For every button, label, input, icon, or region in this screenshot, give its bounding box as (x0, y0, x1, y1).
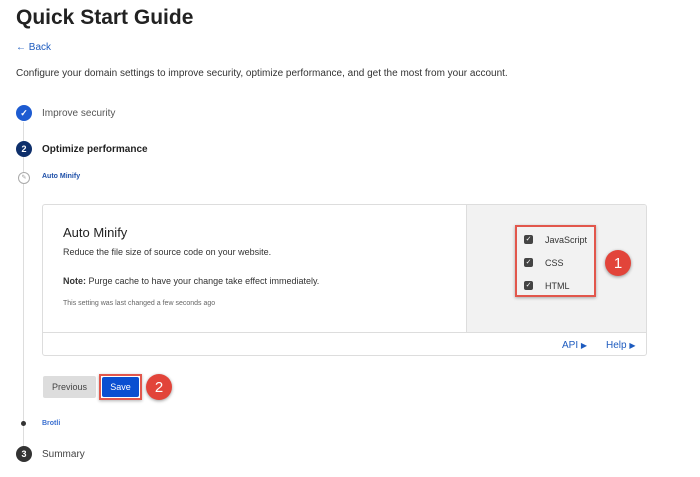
arrow-left-icon: ← (16, 42, 29, 53)
help-link[interactable]: Help ▶ (606, 340, 636, 351)
checkbox-html[interactable]: ✓ HTML (524, 274, 594, 297)
description: Configure your domain settings to improv… (16, 68, 508, 79)
card-subtitle: Reduce the file size of source code on y… (63, 247, 272, 257)
checkbox-checked-icon: ✓ (524, 235, 533, 244)
substep-brotli[interactable]: Brotli (42, 420, 60, 427)
back-link[interactable]: ← Back (16, 42, 51, 53)
annotation-badge-1: 1 (605, 250, 631, 276)
help-label: Help (606, 340, 627, 351)
page-title: Quick Start Guide (16, 6, 194, 29)
step-optimize-performance[interactable]: Optimize performance (42, 144, 148, 155)
step-improve-security[interactable]: Improve security (42, 108, 115, 119)
note-text: Purge cache to have your change take eff… (86, 276, 320, 286)
option-label: HTML (545, 280, 570, 291)
checkbox-css[interactable]: ✓ CSS (524, 251, 594, 274)
check-icon: ✓ (16, 105, 32, 121)
step-summary[interactable]: Summary (42, 449, 85, 460)
caret-right-icon: ▶ (580, 341, 588, 350)
checkbox-checked-icon: ✓ (524, 281, 533, 290)
substep-auto-minify[interactable]: Auto Minify (42, 173, 80, 180)
pencil-icon: ✎ (18, 172, 30, 184)
previous-button[interactable]: Previous (43, 376, 96, 398)
checkbox-javascript[interactable]: ✓ JavaScript (524, 228, 594, 251)
note-label: Note: (63, 276, 86, 286)
auto-minify-card: Auto Minify Reduce the file size of sour… (42, 204, 647, 356)
checkbox-checked-icon: ✓ (524, 258, 533, 267)
dot-icon (21, 421, 26, 426)
annotation-badge-2: 2 (146, 374, 172, 400)
annotation-box: ✓ JavaScript ✓ CSS ✓ HTML (515, 225, 596, 297)
card-footer: API ▶ Help ▶ (43, 332, 646, 355)
caret-right-icon: ▶ (629, 341, 636, 350)
step-number-3: 3 (16, 446, 32, 462)
card-title: Auto Minify (63, 225, 128, 240)
option-label: JavaScript (545, 234, 588, 245)
options-panel: ✓ JavaScript ✓ CSS ✓ HTML 1 (466, 205, 646, 332)
save-button[interactable]: Save (102, 377, 139, 397)
back-label: Back (28, 42, 52, 53)
step-number-2: 2 (16, 141, 32, 157)
card-note: Note: Purge cache to have your change ta… (63, 276, 319, 286)
option-label: CSS (545, 257, 564, 268)
api-link[interactable]: API ▶ (562, 340, 587, 351)
last-changed: This setting was last changed a few seco… (63, 300, 216, 307)
api-label: API (562, 340, 579, 351)
